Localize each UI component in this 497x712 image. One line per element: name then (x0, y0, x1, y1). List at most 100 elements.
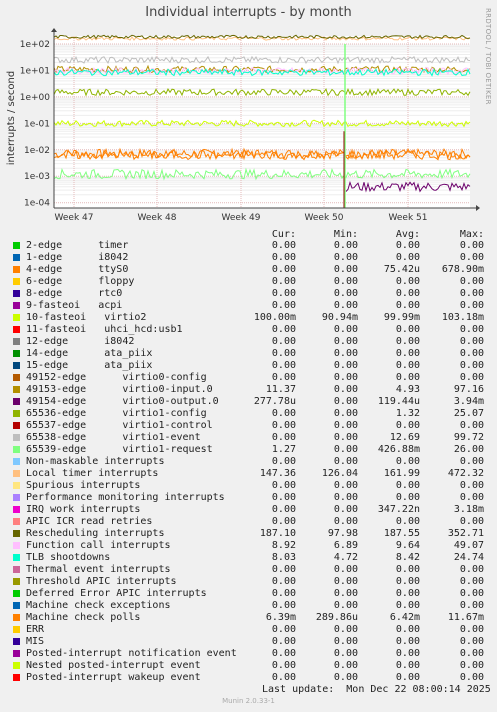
legend-max-value: 0.00 (459, 276, 484, 287)
legend-min-value: 6.89 (333, 540, 358, 551)
legend-cur-value: 0.00 (271, 456, 296, 467)
legend-swatch (13, 542, 20, 549)
legend-series-name: 14-edge ata_piix (26, 348, 153, 359)
legend-avg-value: 0.00 (395, 660, 420, 671)
legend-min-value: 0.00 (333, 264, 358, 275)
legend-swatch (13, 494, 20, 501)
legend-min-value: 0.00 (333, 420, 358, 431)
legend-series-name: 12-edge i8042 (26, 336, 135, 347)
legend-series-name: Local timer interrupts (26, 468, 159, 479)
legend-min-value: 0.00 (333, 492, 358, 503)
legend-avg-value: 0.00 (395, 336, 420, 347)
legend-cur-value: 0.00 (271, 588, 296, 599)
legend-series-name: 9-fasteoi acpi (26, 300, 123, 311)
legend-min-value: 0.00 (333, 348, 358, 359)
legend-cur-value: 8.03 (271, 552, 296, 563)
legend-max-value: 103.18m (441, 312, 484, 323)
legend-series-name: Function call interrupts (26, 540, 171, 551)
legend-cur-value: 187.10 (259, 528, 296, 539)
legend-series-name: MIS (26, 636, 45, 647)
legend-swatch (13, 470, 20, 477)
legend-cur-value: 147.36 (259, 468, 296, 479)
legend-max-value: 0.00 (459, 492, 484, 503)
legend-min-value: 0.00 (333, 408, 358, 419)
legend-swatch (13, 602, 20, 609)
legend-series-name: 49153-edge virtio0-input.0 (26, 384, 213, 395)
legend-swatch (13, 290, 20, 297)
legend-max-value: 0.00 (459, 324, 484, 335)
legend-avg-value: 0.00 (395, 516, 420, 527)
legend-cur-value: 0.00 (271, 420, 296, 431)
legend-swatch (13, 674, 20, 681)
legend-max-value: 0.00 (459, 288, 484, 299)
legend-swatch (13, 578, 20, 585)
legend-cur-value: 0.00 (271, 636, 296, 647)
legend-cur-value: 0.00 (271, 648, 296, 659)
legend-avg-value: 6.42m (389, 612, 420, 623)
legend-avg-value: 0.00 (395, 324, 420, 335)
legend-series-name: 11-fasteoi uhci_hcd:usb1 (26, 324, 183, 335)
legend-swatch (13, 266, 20, 273)
legend-series-name: 15-edge ata_piix (26, 360, 153, 371)
legend-series-name: IRQ work interrupts (26, 504, 141, 515)
legend-min-value: 0.00 (333, 456, 358, 467)
legend-series-name: 49154-edge virtio0-output.0 (26, 396, 219, 407)
last-update: Last update: Mon Dec 22 08:00:14 2025 (262, 684, 491, 695)
legend-max-value: 0.00 (459, 252, 484, 263)
legend-max-value: 0.00 (459, 240, 484, 251)
legend-cur-value: 0.00 (271, 240, 296, 251)
legend-max-value: 49.07 (453, 540, 484, 551)
legend-max-value: 3.94m (453, 396, 484, 407)
legend-min-value: 0.00 (333, 324, 358, 335)
legend-swatch (13, 518, 20, 525)
legend-avg-value: 0.00 (395, 672, 420, 683)
legend-cur-value: 0.00 (271, 624, 296, 635)
legend-series-name: Posted-interrupt wakeup event (26, 672, 201, 683)
legend-min-value: 0.00 (333, 360, 358, 371)
legend-max-value: 97.16 (453, 384, 484, 395)
legend-min-value: 0.00 (333, 276, 358, 287)
legend-series-name: APIC ICR read retries (26, 516, 153, 527)
legend-swatch (13, 554, 20, 561)
legend-cur-value: 277.78u (253, 396, 296, 407)
legend-avg-value: 0.00 (395, 600, 420, 611)
legend-swatch (13, 326, 20, 333)
legend-series-name: 49152-edge virtio0-config (26, 372, 207, 383)
legend-avg-value: 1.32 (395, 408, 420, 419)
munin-version: Munin 2.0.33-1 (222, 697, 275, 705)
legend-avg-value: 347.22n (377, 504, 420, 515)
legend-min-value: 0.00 (333, 240, 358, 251)
legend-min-value: 0.00 (333, 564, 358, 575)
legend-max-value: 472.32 (447, 468, 484, 479)
legend-series-name: Non-maskable interrupts (26, 456, 165, 467)
legend-series-name: Threshold APIC interrupts (26, 576, 177, 587)
legend-swatch (13, 314, 20, 321)
legend-avg-value: 0.00 (395, 240, 420, 251)
legend-avg-value: 0.00 (395, 276, 420, 287)
legend-max-value: 0.00 (459, 516, 484, 527)
legend-max-value: 0.00 (459, 624, 484, 635)
legend-min-value: 0.00 (333, 516, 358, 527)
legend-avg-value: 0.00 (395, 420, 420, 431)
legend-cur-value: 0.00 (271, 372, 296, 383)
legend-series-name: Thermal event interrupts (26, 564, 171, 575)
legend-min-value: 0.00 (333, 636, 358, 647)
legend-avg-value: 4.93 (395, 384, 420, 395)
legend-cur-value: 0.00 (271, 660, 296, 671)
legend-cur-value: 0.00 (271, 300, 296, 311)
legend-min-value: 97.98 (327, 528, 358, 539)
legend-max-value: 0.00 (459, 600, 484, 611)
legend-min-value: 0.00 (333, 396, 358, 407)
legend-max-value: 678.90m (441, 264, 484, 275)
legend-swatch (13, 566, 20, 573)
legend-cur-value: 0.00 (271, 492, 296, 503)
legend-swatch (13, 278, 20, 285)
legend-avg-value: 75.42u (383, 264, 420, 275)
legend-swatch (13, 638, 20, 645)
legend-max-value: 0.00 (459, 420, 484, 431)
legend-series-name: Machine check exceptions (26, 600, 171, 611)
legend-max-value: 3.18m (453, 504, 484, 515)
legend-max-value: 0.00 (459, 636, 484, 647)
legend-avg-value: 0.00 (395, 252, 420, 263)
legend-cur-value: 0.00 (271, 480, 296, 491)
